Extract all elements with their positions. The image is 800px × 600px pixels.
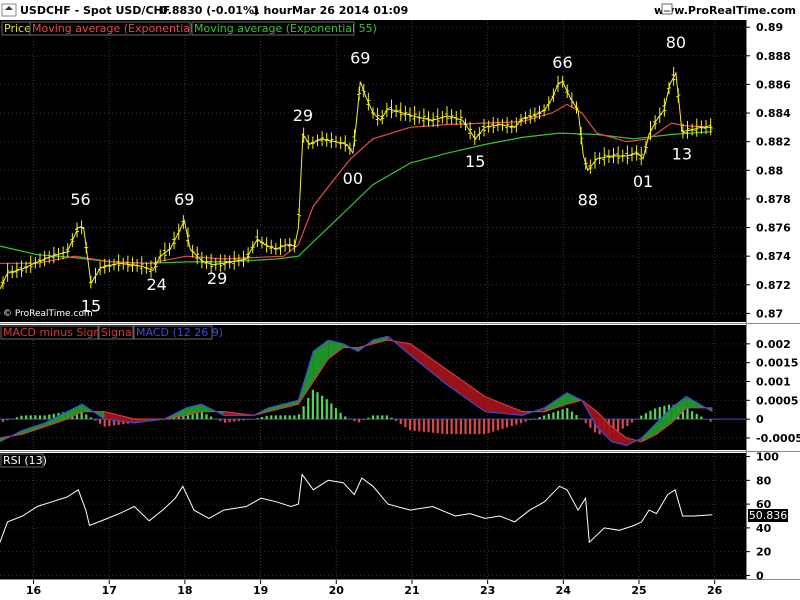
legend-price: Price [4, 22, 31, 35]
price-annotation: 24 [146, 275, 166, 294]
y-tick-label: -0.0005 [756, 432, 800, 445]
y-tick-label: 0.88 [756, 164, 783, 177]
legend-ema55: Moving average (Exponential 55) [194, 22, 377, 35]
interval-label: 1 hour [252, 4, 293, 17]
window-minimize-icon[interactable] [661, 3, 673, 15]
timestamp: Mar 26 2014 01:09 [292, 4, 408, 17]
price-legend: Price Moving average (Exponential 21) Mo… [1, 21, 377, 36]
menu-arrows-icon[interactable] [1, 3, 17, 17]
legend-macd-line: MACD (12 26 9) [136, 326, 223, 339]
x-tick-label: 26 [707, 584, 723, 597]
y-tick-label: 0.876 [756, 222, 791, 235]
price-annotation: 01 [633, 172, 653, 191]
price-annotation: 80 [666, 33, 686, 52]
y-tick-label: 0.001 [756, 375, 791, 388]
legend-rsi: RSI (13) [3, 454, 47, 467]
y-tick-label: 0.886 [756, 78, 791, 91]
y-tick-label: 0.0005 [756, 394, 798, 407]
rsi-panel[interactable] [0, 453, 746, 579]
chart-canvas: USDCHF - Spot USD/CHF 0.8830 (-0.01%) 1 … [0, 0, 800, 597]
x-tick-label: 21 [404, 584, 419, 597]
y-tick-label: 0.87 [756, 307, 783, 320]
price-annotation: 00 [343, 169, 363, 188]
symbol-title: USDCHF - Spot USD/CHF [20, 4, 170, 17]
legend-ema21: Moving average (Exponential 21) [32, 22, 215, 35]
rsi-legend: RSI (13) [0, 453, 47, 468]
price-annotation: 69 [350, 49, 370, 68]
chart-window: USDCHF - Spot USD/CHF 0.8830 (-0.01%) 1 … [0, 0, 800, 600]
y-tick-label: 80 [756, 474, 772, 487]
price-annotation: 56 [70, 190, 90, 209]
x-tick-label: 25 [631, 584, 646, 597]
y-tick-label: 20 [756, 546, 772, 559]
last-price: 0.8830 (-0.01%) [160, 4, 259, 17]
price-annotation: 88 [578, 190, 598, 209]
price-annotation: 15 [465, 152, 485, 171]
rsi-last-value: 50.836 [749, 509, 788, 522]
y-tick-label: 0 [756, 413, 764, 426]
y-tick-label: 0 [756, 569, 764, 582]
y-tick-label: 0.888 [756, 50, 791, 63]
legend-macd-signal: Signal [101, 326, 135, 339]
x-tick-label: 16 [26, 584, 42, 597]
y-tick-label: 0.002 [756, 338, 791, 351]
price-annotation: 29 [293, 106, 313, 125]
y-tick-label: 0.872 [756, 279, 791, 292]
y-tick-label: 40 [756, 522, 772, 535]
legend-macd-hist: MACD minus Signal [3, 326, 110, 339]
x-tick-label: 24 [556, 584, 572, 597]
price-annotation: 66 [552, 53, 572, 72]
y-tick-label: 0.882 [756, 136, 791, 149]
macd-legend: MACD minus Signal Signal MACD (12 26 9) [0, 325, 223, 340]
price-annotation: 13 [672, 145, 692, 164]
y-tick-label: 0.878 [756, 193, 791, 206]
y-tick-label: 0.874 [756, 250, 791, 263]
y-tick-label: 0.884 [756, 107, 791, 120]
y-tick-label: 0.89 [756, 21, 783, 34]
watermark: © ProRealTime.com [3, 309, 93, 319]
x-tick-label: 18 [177, 584, 192, 597]
price-annotation: 29 [207, 269, 227, 288]
x-tick-label: 19 [253, 584, 268, 597]
y-tick-label: 0.0015 [756, 357, 798, 370]
x-tick-label: 23 [480, 584, 495, 597]
price-annotation: 69 [174, 190, 194, 209]
site-url: www.ProRealTime.com [654, 4, 796, 17]
y-tick-label: 100 [756, 451, 779, 464]
x-tick-label: 20 [329, 584, 345, 597]
x-tick-label: 17 [102, 584, 117, 597]
